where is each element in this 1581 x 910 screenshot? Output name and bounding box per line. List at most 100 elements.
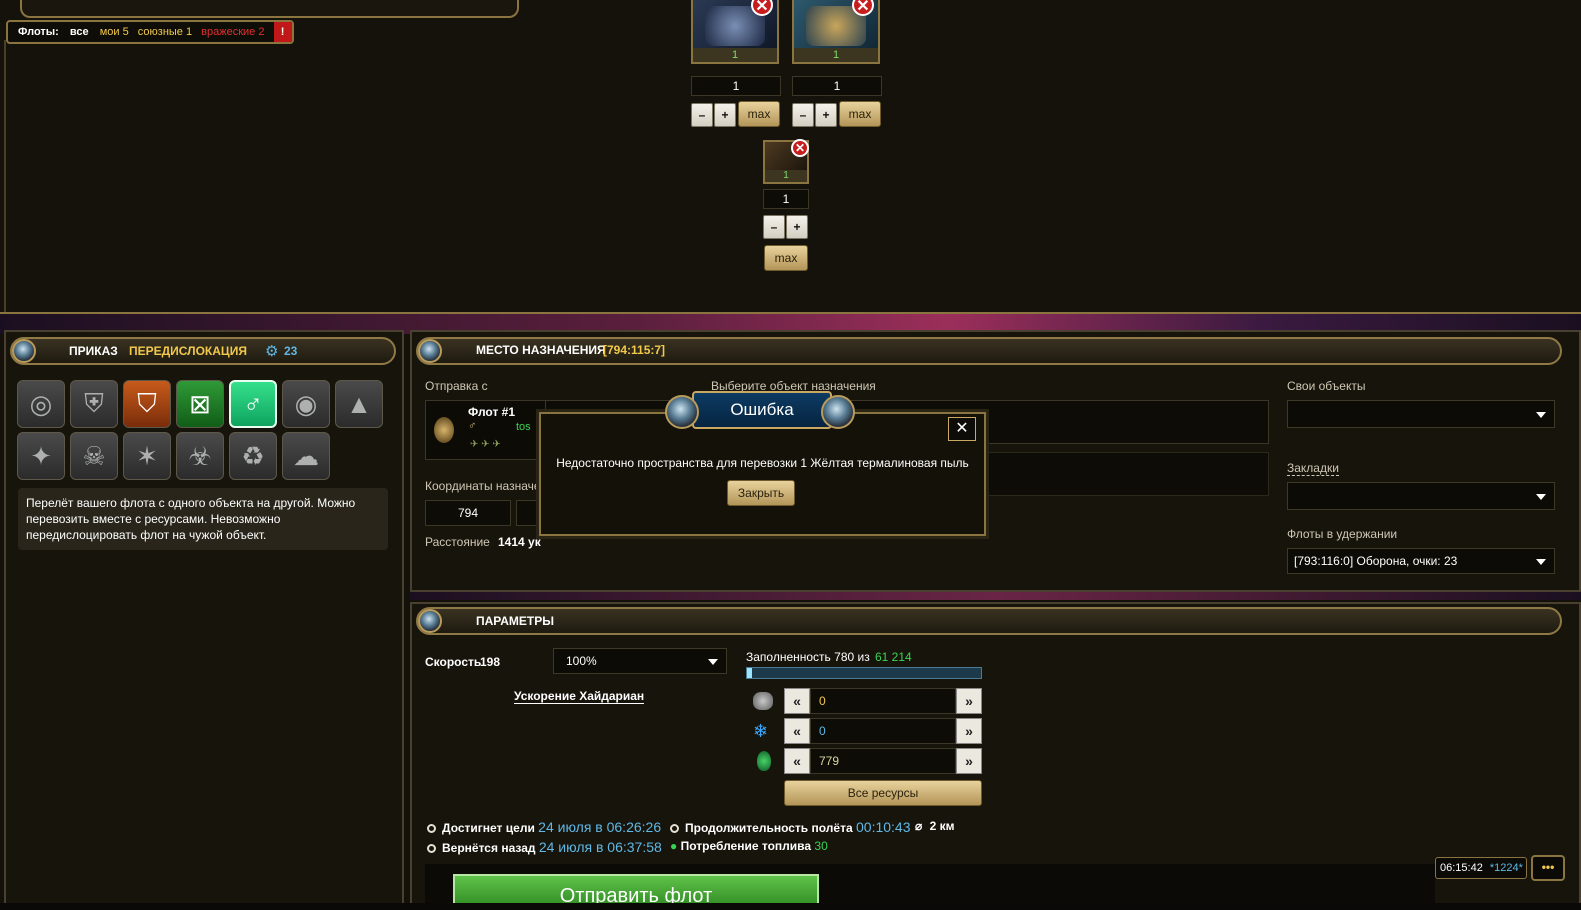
filter-enemy[interactable]: вражеские 2 xyxy=(201,26,264,38)
mission-recycle-icon[interactable]: ♻ xyxy=(229,432,277,480)
from-fleet-box[interactable]: Флот #1 tos ♂ ✈ ✈ ✈ xyxy=(425,400,547,460)
metal-icon xyxy=(753,692,773,710)
all-resources-button[interactable]: Все ресурсы xyxy=(784,780,982,806)
ship-qty-input[interactable]: 1 xyxy=(792,76,882,96)
fleet-gender-icon: ♂ xyxy=(468,420,477,432)
hydarian-boost-link[interactable]: Ускорение Хайдариан xyxy=(514,689,645,704)
alert-badge[interactable]: ! xyxy=(273,22,292,42)
clock-icon xyxy=(427,844,436,854)
destination-coords: [794:115:7] xyxy=(603,343,666,357)
mission-hold-icon[interactable]: ⛨ xyxy=(70,380,118,428)
fleet-owner: tos xyxy=(516,421,531,433)
speed-label: Скорость xyxy=(425,655,482,669)
error-modal xyxy=(539,412,986,536)
own-objects-select[interactable] xyxy=(1287,400,1555,428)
deuterium-increase-button[interactable]: » xyxy=(956,748,982,774)
mission-expedition-icon[interactable]: ✶ xyxy=(123,432,171,480)
order-description: Перелёт вашего флота с одного объекта на… xyxy=(18,488,388,550)
left-border xyxy=(4,40,6,312)
mission-recycle-debris-icon[interactable]: ✦ xyxy=(17,432,65,480)
max-button[interactable]: max xyxy=(839,101,881,127)
destination-title: МЕСТО НАЗНАЧЕНИЯ xyxy=(476,343,606,357)
return-value: 24 июля в 06:37:58 xyxy=(538,839,662,855)
chevron-down-icon xyxy=(1536,412,1546,418)
deuterium-decrease-button[interactable]: « xyxy=(784,748,810,774)
mission-defend-icon[interactable]: ⛉ xyxy=(123,380,171,428)
remove-ship-icon[interactable]: ✕ xyxy=(791,139,809,157)
filter-all[interactable]: все xyxy=(70,26,89,38)
duration-row: Продолжительность полёта 00:10:43 xyxy=(670,819,911,835)
order-orb-icon xyxy=(12,339,36,363)
error-modal-title: Ошибка xyxy=(730,400,794,419)
mission-nuke-icon[interactable]: ☁ xyxy=(282,432,330,480)
speed-select-value: 100% xyxy=(566,654,597,668)
speed-select[interactable]: 100% xyxy=(553,648,727,674)
mission-attack-icon[interactable]: ◎ xyxy=(17,380,65,428)
from-label: Отправка с xyxy=(425,379,488,393)
chevron-down-icon xyxy=(1536,494,1546,500)
metal-decrease-button[interactable]: « xyxy=(784,688,810,714)
bottom-strip xyxy=(0,903,1581,910)
order-name: ПЕРЕДИСЛОКАЦИЯ xyxy=(129,344,247,358)
points-gear-icon: ⚙ xyxy=(265,343,279,360)
held-fleets-select[interactable]: [793:116:0] Оборона, очки: 23 xyxy=(1287,548,1555,574)
params-title: ПАРАМЕТРЫ xyxy=(476,614,554,628)
crystal-input[interactable]: 0 xyxy=(810,718,956,744)
distance-label: Расстояние xyxy=(425,535,490,549)
bookmarks-label: Закладки xyxy=(1287,461,1339,476)
mission-relocate-icon[interactable]: ♂ xyxy=(229,380,277,428)
flight-distance: 2 км xyxy=(929,819,955,833)
clock-time: 06:15:42 xyxy=(1440,862,1483,874)
plus-button[interactable]: + xyxy=(714,103,736,127)
crystal-increase-button[interactable]: » xyxy=(956,718,982,744)
reach-row: Достигнет цели 24 июля в 06:26:26 xyxy=(427,819,661,835)
minus-button[interactable]: – xyxy=(691,103,713,127)
plus-button[interactable]: + xyxy=(815,103,837,127)
fill-bar-level xyxy=(747,668,752,678)
chat-button[interactable]: ••• xyxy=(1531,855,1565,881)
plus-button[interactable]: + xyxy=(786,215,808,239)
bookmarks-select[interactable] xyxy=(1287,482,1555,510)
fill-capacity: 61 214 xyxy=(875,650,912,664)
minus-button[interactable]: – xyxy=(792,103,814,127)
order-prefix: ПРИКАЗ xyxy=(69,344,118,358)
crystal-decrease-button[interactable]: « xyxy=(784,718,810,744)
params-orb-icon xyxy=(418,609,442,633)
fuel-drop-icon: ● xyxy=(670,839,678,853)
metal-input[interactable]: 0 xyxy=(810,688,956,714)
distance-value: 1414 ук xyxy=(498,535,541,549)
fuel-label: Потребление топлива xyxy=(680,839,812,853)
modal-close-button[interactable]: Закрыть xyxy=(727,480,795,506)
close-icon[interactable]: ✕ xyxy=(948,417,976,441)
mission-spy-icon[interactable]: ◉ xyxy=(282,380,330,428)
fleet-filter-bar: Флоты: все мои 5 союзные 1 вражеские 2 ! xyxy=(6,20,294,44)
distance-row: ⌀ 2 км xyxy=(915,819,954,833)
crystal-icon: ❄ xyxy=(753,721,769,741)
speed-value: 198 xyxy=(480,655,501,669)
minus-button[interactable]: – xyxy=(763,215,785,239)
max-button[interactable]: max xyxy=(738,101,780,127)
metal-increase-button[interactable]: » xyxy=(956,688,982,714)
duration-label: Продолжительность полёта xyxy=(685,821,853,835)
ship-qty-input[interactable]: 1 xyxy=(763,189,809,209)
deuterium-input[interactable]: 779 xyxy=(810,748,956,774)
max-button[interactable]: max xyxy=(764,245,808,271)
fleets-label: Флоты: xyxy=(18,26,59,38)
mission-destroy-icon[interactable]: ☠ xyxy=(70,432,118,480)
fill-label: Заполненность 780 из xyxy=(746,650,870,664)
own-objects-label: Свои объекты xyxy=(1287,379,1366,393)
coord-x-input[interactable]: 794 xyxy=(425,500,511,526)
ship-qty-input[interactable]: 1 xyxy=(691,76,781,96)
mission-transport-icon[interactable]: ⊠ xyxy=(176,380,224,428)
held-fleets-value: [793:116:0] Оборона, очки: 23 xyxy=(1294,554,1458,568)
return-label: Вернётся назад xyxy=(442,841,536,855)
filter-mine[interactable]: мои 5 xyxy=(100,26,129,38)
chevron-down-icon xyxy=(1536,559,1546,565)
fleet-avatar xyxy=(434,417,454,443)
clock-icon xyxy=(427,824,436,834)
mission-colonize-icon[interactable]: ▲ xyxy=(335,380,383,428)
duration-value: 00:10:43 xyxy=(856,819,911,835)
held-fleets-label: Флоты в удержании xyxy=(1287,527,1398,541)
mission-biohazard-icon[interactable]: ☣ xyxy=(176,432,224,480)
filter-allied[interactable]: союзные 1 xyxy=(138,26,192,38)
